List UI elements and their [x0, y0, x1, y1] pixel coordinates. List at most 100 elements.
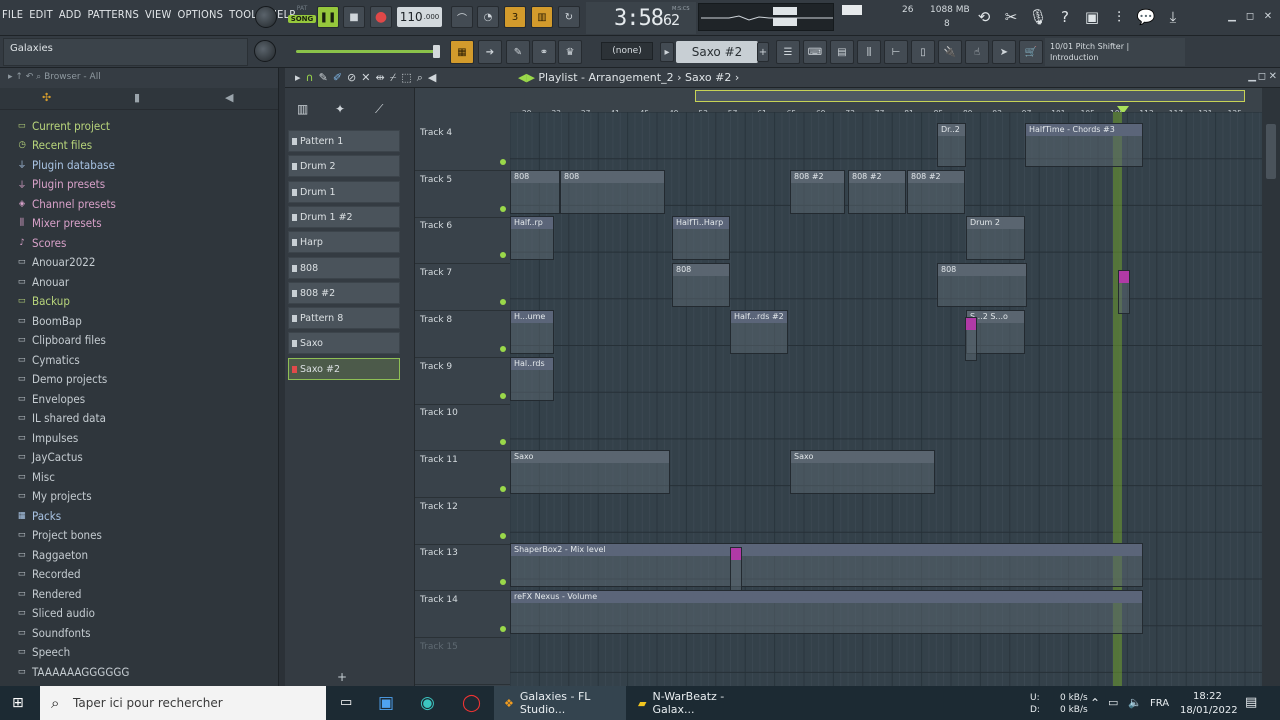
menu-options[interactable]: OPTIONS: [177, 8, 223, 21]
playlist-clip[interactable]: 808 #2: [848, 170, 906, 214]
play-button[interactable]: ❚❚: [317, 6, 339, 28]
track-header[interactable]: Track 14: [415, 591, 510, 638]
playlist-minimize-icon[interactable]: ▁: [1248, 71, 1256, 82]
track-mute-led[interactable]: [500, 252, 506, 259]
project-title-box[interactable]: Galaxies: [3, 38, 248, 66]
playlist-clip[interactable]: [1118, 270, 1130, 314]
browser-item[interactable]: ▭ Backup: [0, 292, 278, 312]
language-indicator[interactable]: FRA: [1150, 698, 1169, 709]
browser-item[interactable]: ▭ Raggaeton: [0, 545, 278, 565]
browser-item[interactable]: ▭ IL shared data: [0, 409, 278, 429]
vertical-scrollbar[interactable]: [1262, 88, 1280, 686]
picker-automation-icon[interactable]: ⟋: [375, 102, 383, 117]
pattern-selector[interactable]: Saxo #2: [676, 41, 758, 63]
taskbar-search[interactable]: ⌕ Taper ici pour rechercher: [40, 686, 326, 720]
browser-item[interactable]: ▭ Demo projects: [0, 370, 278, 390]
playlist-clip[interactable]: HalfTime - Chords #3: [1025, 123, 1143, 167]
tray-chevron-icon[interactable]: ⌃: [1090, 696, 1100, 710]
menu-add[interactable]: ADD: [59, 8, 82, 21]
playlist-clip[interactable]: 808: [937, 263, 1027, 307]
browser-item[interactable]: ▭ My projects: [0, 487, 278, 507]
slice-tool-icon[interactable]: ⌿: [390, 71, 397, 85]
stamp-button[interactable]: ♛: [558, 40, 582, 64]
mic-button[interactable]: 🎙: [1026, 4, 1050, 30]
pattern-item[interactable]: 808: [288, 256, 400, 279]
close-button[interactable]: ✕: [1261, 10, 1275, 22]
stop-button[interactable]: ■: [343, 6, 365, 28]
mute-tool-icon[interactable]: ✕: [361, 71, 370, 85]
shop-button[interactable]: 🛒: [1019, 40, 1043, 64]
browser-nav-icon[interactable]: ▸ ↑ ↶ ⌕: [8, 72, 44, 82]
playlist-clip[interactable]: 808: [672, 263, 730, 307]
menu-arrow-icon[interactable]: ▸: [295, 71, 301, 85]
playlist-clip[interactable]: Hal..rds: [510, 357, 554, 401]
draw-mode-button[interactable]: ✎: [506, 40, 530, 64]
pattern-item[interactable]: Saxo #2: [288, 357, 400, 380]
pat-song-toggle[interactable]: PAT SONG: [288, 5, 316, 30]
playlist-clip[interactable]: Half...rds #2: [730, 310, 788, 354]
project-button[interactable]: ▯: [911, 40, 935, 64]
browser-item[interactable]: ▭ Soundfonts: [0, 623, 278, 643]
pattern-item[interactable]: 808 #2: [288, 281, 400, 304]
wait-input-button[interactable]: ◔: [477, 6, 499, 28]
plugin-picker-button[interactable]: 🔌: [938, 40, 962, 64]
select-tool-icon[interactable]: ⬚: [401, 71, 411, 85]
browser-button[interactable]: ⊢: [884, 40, 908, 64]
undo-button[interactable]: ⟲: [972, 4, 996, 30]
playback-tool-icon[interactable]: ◀: [428, 71, 436, 85]
track-mute-led[interactable]: [500, 532, 506, 539]
master-pitch-knob[interactable]: [255, 6, 277, 28]
track-mute-led[interactable]: [500, 579, 506, 586]
network-icon[interactable]: ▭: [1108, 696, 1118, 709]
maximize-button[interactable]: ◻: [1243, 10, 1257, 22]
browser-item[interactable]: ▭ Misc: [0, 467, 278, 487]
browser-item[interactable]: ▭ Impulses: [0, 428, 278, 448]
playlist-clip[interactable]: Saxo: [510, 450, 670, 494]
snap-selector[interactable]: (none): [601, 42, 653, 60]
playlist-clip[interactable]: 808 #2: [907, 170, 965, 214]
picker-audio-icon[interactable]: ✦: [335, 102, 345, 116]
browser-item[interactable]: ⏚ Plugin presets: [0, 175, 278, 195]
browser-item[interactable]: ▭ BoomBap: [0, 311, 278, 331]
browser-item[interactable]: ▭ TAAAAAAGGGGGG: [0, 662, 278, 682]
add-pattern-button[interactable]: +: [757, 42, 769, 62]
master-volume-knob[interactable]: [254, 40, 276, 62]
track-mute-led[interactable]: [500, 439, 506, 446]
track-mute-led[interactable]: [500, 205, 506, 212]
browser-item[interactable]: ♪ Scores: [0, 233, 278, 253]
touch-controller-button[interactable]: ☝: [965, 40, 989, 64]
playlist-grid[interactable]: Dr..2 HalfTime - Chords #3 808 808 808 #2 808…: [510, 112, 1262, 686]
browser-item[interactable]: ▭ Anouar: [0, 272, 278, 292]
windows-start-icon[interactable]: ⊞: [12, 695, 28, 711]
track-header[interactable]: Track 15: [415, 638, 510, 685]
playlist-maximize-icon[interactable]: ◻: [1258, 71, 1266, 82]
browser-item[interactable]: ⏚ Plugin database: [0, 155, 278, 175]
playlist-clip[interactable]: [965, 317, 977, 361]
browser-tab-speaker[interactable]: ◀: [225, 91, 233, 104]
clock-time[interactable]: 18:22: [1193, 691, 1222, 702]
track-mute-led[interactable]: [500, 345, 506, 352]
playlist-clip[interactable]: Half..rp: [510, 216, 554, 260]
track-mute-led[interactable]: [500, 626, 506, 632]
chat-button[interactable]: 💬: [1134, 4, 1158, 30]
volume-icon[interactable]: 🔈: [1128, 696, 1142, 709]
countdown-button[interactable]: 3: [504, 6, 526, 28]
tempo-display[interactable]: 110.000: [397, 7, 442, 27]
delete-tool-icon[interactable]: ⊘: [347, 71, 356, 85]
playlist-button[interactable]: ▤: [830, 40, 854, 64]
pattern-prev-button[interactable]: ▸: [660, 42, 674, 62]
menu-edit[interactable]: EDIT: [29, 8, 53, 21]
track-header[interactable]: Track 12: [415, 498, 510, 545]
track-header[interactable]: Track 8: [415, 311, 510, 358]
playlist-clip[interactable]: 808: [510, 170, 560, 214]
pattern-item[interactable]: Harp: [288, 231, 400, 254]
pattern-item[interactable]: Pattern 8: [288, 307, 400, 330]
mixer-button[interactable]: ⫼: [857, 40, 881, 64]
magnet-icon[interactable]: ∩: [306, 71, 314, 85]
track-header[interactable]: Track 4: [415, 124, 510, 171]
browser-item[interactable]: ▭ Rendered: [0, 584, 278, 604]
link-button[interactable]: ⚭: [532, 40, 556, 64]
playlist-view-button[interactable]: ▦: [450, 40, 474, 64]
browser-item[interactable]: ▭ Cymatics: [0, 350, 278, 370]
browser-item[interactable]: ▭ JayCactus: [0, 448, 278, 468]
